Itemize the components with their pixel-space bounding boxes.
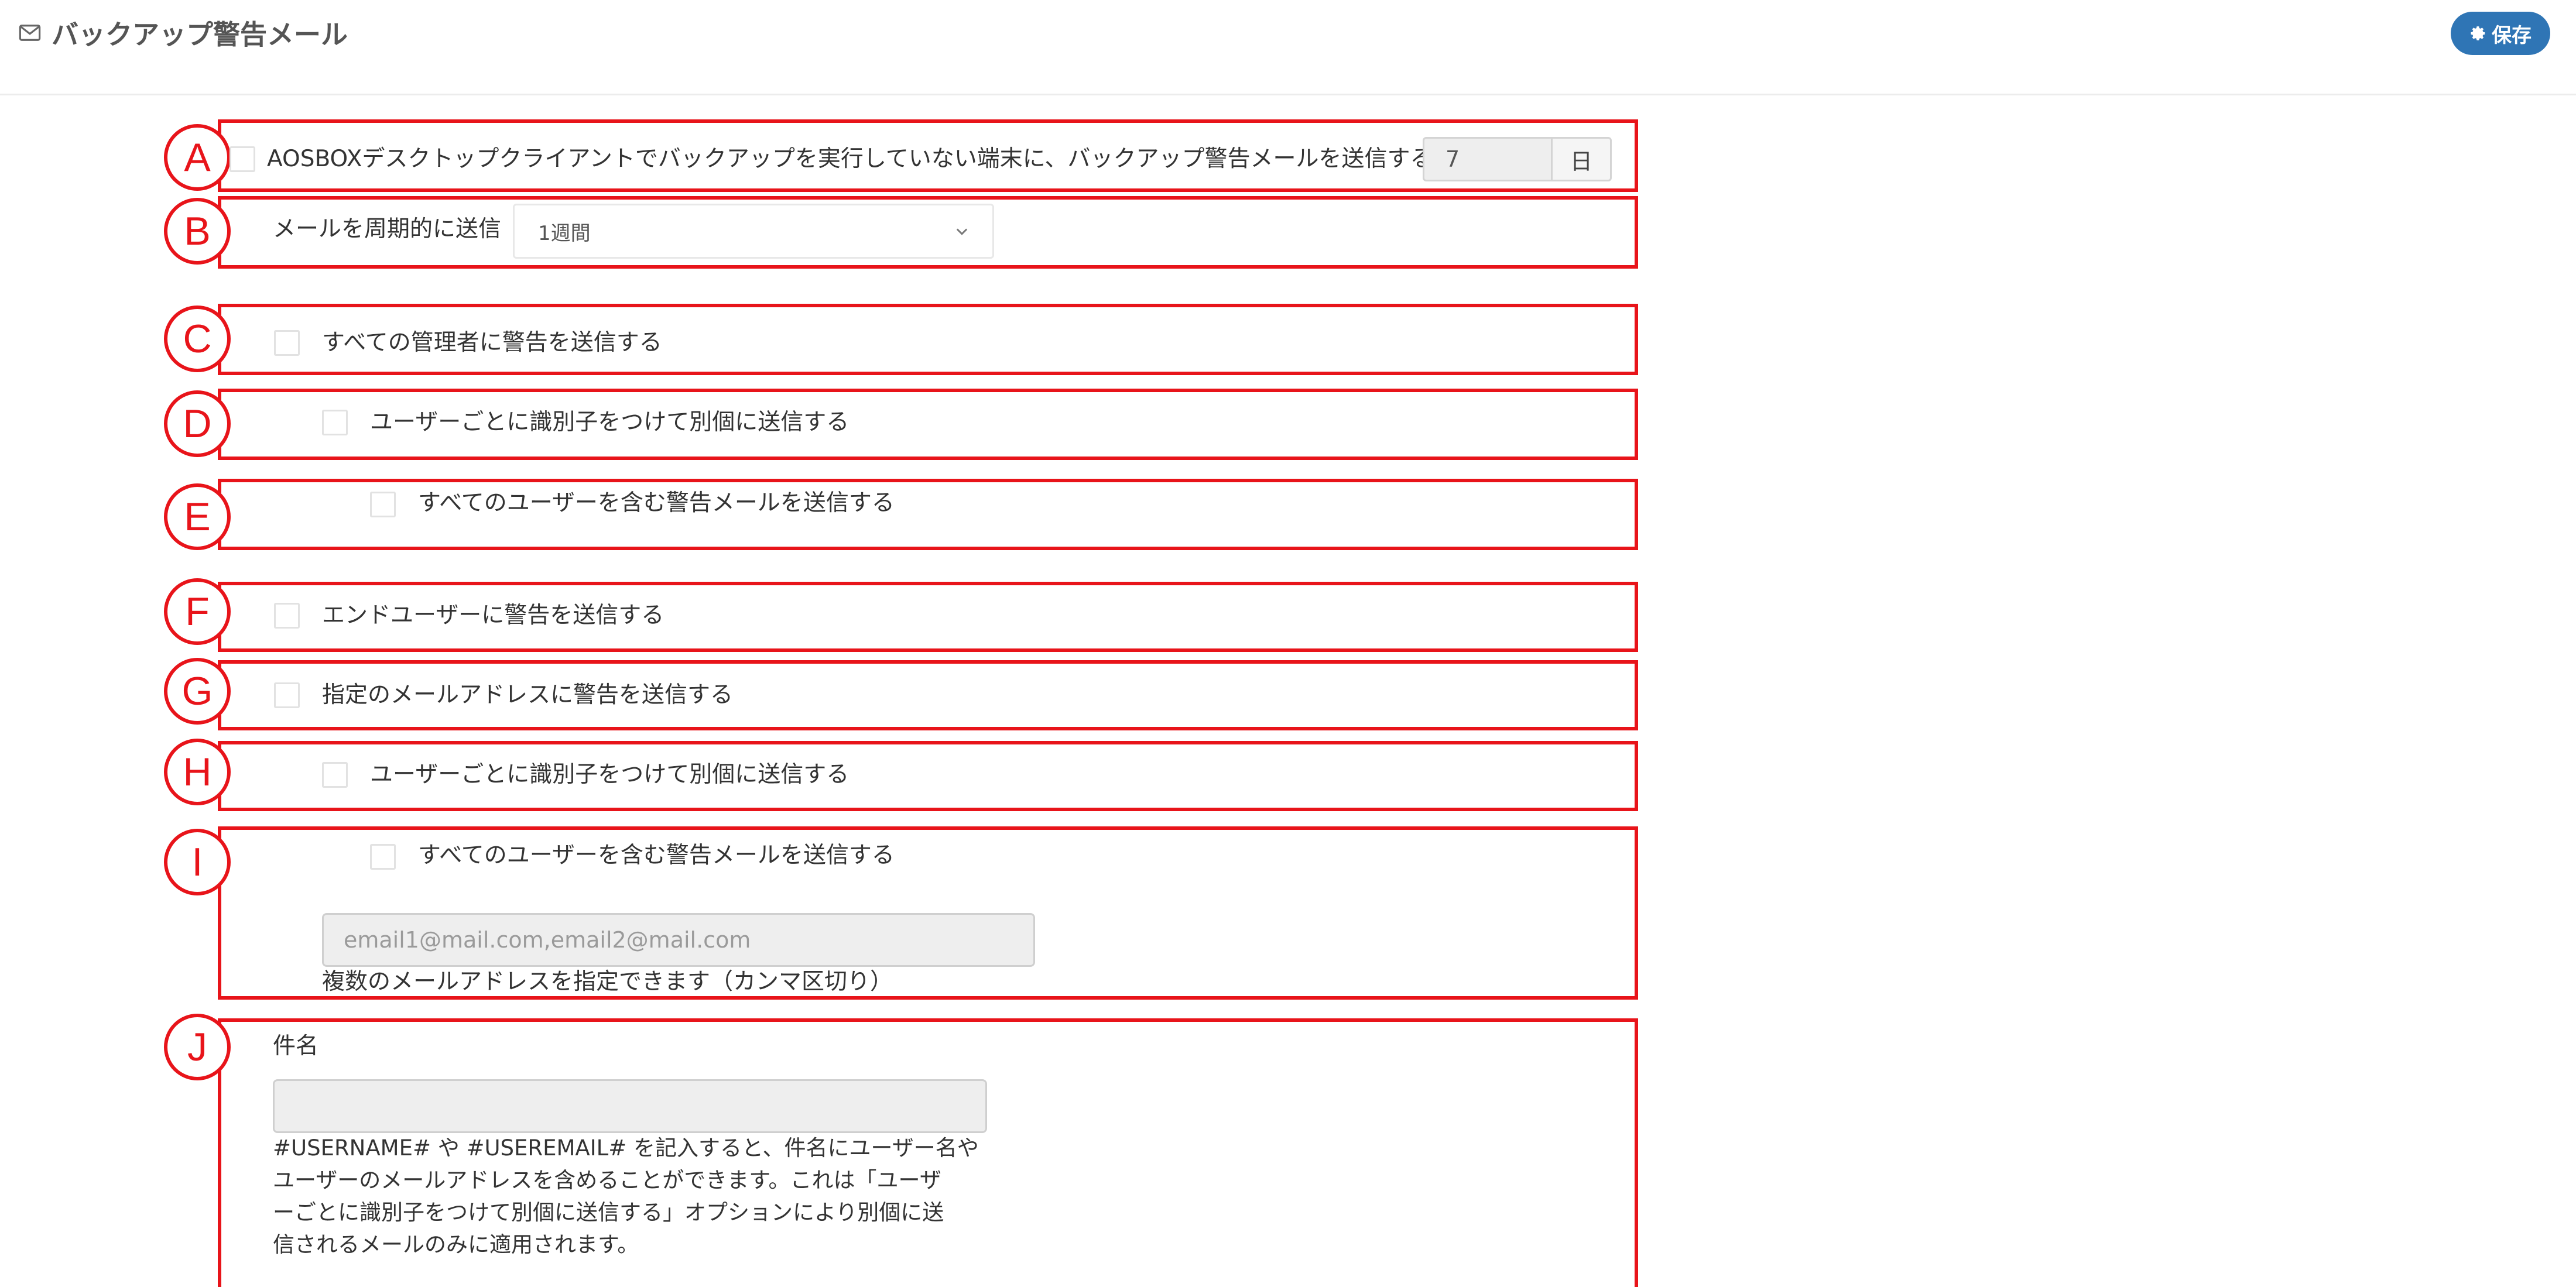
address-per-user-checkbox[interactable] xyxy=(322,762,348,788)
marker-e: E xyxy=(164,483,231,550)
subject-help-line: #USERNAME# や #USEREMAIL# を記入すると、件名にユーザー名… xyxy=(273,1135,979,1161)
period-select[interactable]: 1週間 xyxy=(513,204,994,259)
subject-label: 件名 xyxy=(273,1033,319,1059)
backup-warning-label: AOSBOXデスクトップクライアントでバックアップを実行していない端末に、バック… xyxy=(267,146,1433,172)
marker-c: C xyxy=(164,306,231,372)
subject-help: #USERNAME# や #USEREMAIL# を記入すると、件名にユーザー名… xyxy=(273,1132,1034,1261)
days-input[interactable]: 7 xyxy=(1423,137,1553,181)
subject-help-line: ーごとに識別子をつけて別個に送信する」オプションにより別個に送 xyxy=(273,1200,944,1225)
marker-b: B xyxy=(164,198,231,265)
chevron-down-icon xyxy=(956,228,968,235)
specified-address-label: 指定のメールアドレスに警告を送信する xyxy=(322,682,734,708)
all-admins-label: すべての管理者に警告を送信する xyxy=(322,330,662,356)
end-users-label: エンドユーザーに警告を送信する xyxy=(322,602,664,629)
address-all-users-checkbox[interactable] xyxy=(370,844,396,870)
subject-help-line: ユーザーのメールアドレスを含めることができます。これは「ユーザ xyxy=(273,1168,941,1193)
marker-j: J xyxy=(164,1014,231,1080)
marker-i: I xyxy=(164,829,231,895)
subject-help-line: 信されるメールのみに適用されます。 xyxy=(273,1232,639,1257)
page-title-text: バックアップ警告メール xyxy=(52,19,348,50)
periodic-send-label: メールを周期的に送信 xyxy=(273,216,502,242)
save-button[interactable]: 保存 xyxy=(2451,12,2550,55)
admin-all-users-checkbox[interactable] xyxy=(370,492,396,517)
address-all-users-label: すべてのユーザーを含む警告メールを送信する xyxy=(418,842,895,869)
email-addresses-input[interactable]: email1@mail.com,email2@mail.com xyxy=(322,913,1035,967)
end-users-checkbox[interactable] xyxy=(274,603,300,629)
marker-f: F xyxy=(164,578,231,645)
specified-address-checkbox[interactable] xyxy=(274,682,300,708)
admin-all-users-label: すべてのユーザーを含む警告メールを送信する xyxy=(418,490,895,516)
save-button-label: 保存 xyxy=(2492,23,2532,47)
admin-per-user-checkbox[interactable] xyxy=(322,410,348,435)
gear-icon xyxy=(2471,26,2485,40)
backup-warning-checkbox[interactable] xyxy=(229,146,255,172)
email-addresses-help: 複数のメールアドレスを指定できます（カンマ区切り） xyxy=(322,969,893,995)
subject-input[interactable] xyxy=(273,1079,987,1133)
days-unit-addon: 日 xyxy=(1551,137,1612,181)
marker-h: H xyxy=(164,739,231,805)
admin-per-user-label: ユーザーごとに識別子をつけて別個に送信する xyxy=(370,409,849,435)
period-select-value: 1週間 xyxy=(538,221,591,245)
all-admins-checkbox[interactable] xyxy=(274,330,300,356)
marker-d: D xyxy=(164,390,231,457)
envelope-icon xyxy=(19,25,41,41)
marker-a: A xyxy=(164,124,231,191)
address-per-user-label: ユーザーごとに識別子をつけて別個に送信する xyxy=(370,761,849,788)
page-title: バックアップ警告メール xyxy=(18,14,348,52)
header-divider xyxy=(0,94,2576,95)
marker-g: G xyxy=(164,658,231,725)
